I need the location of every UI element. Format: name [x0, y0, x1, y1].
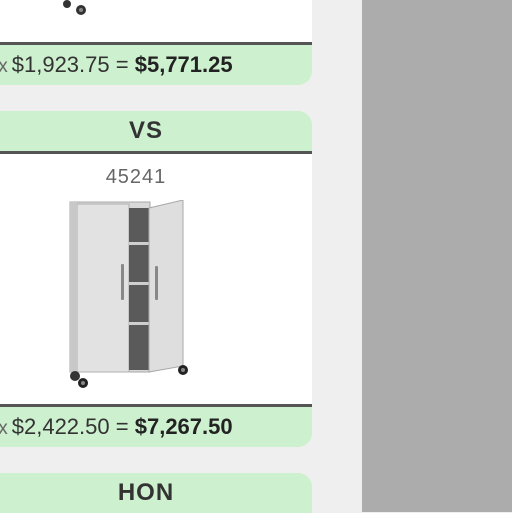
unit-price: $2,422.50 [11, 414, 110, 439]
brand-name: VS [128, 117, 163, 144]
cabinet-casters-image [63, 0, 86, 15]
line-total: $7,267.50 [134, 414, 233, 439]
equals-sign: = [115, 52, 129, 77]
product-card-45241[interactable]: 45241 [0, 154, 312, 404]
equals-sign: = [115, 414, 129, 439]
right-gray-panel [362, 0, 512, 512]
price-row-1: 3x$1,923.75 = $5,771.25 [0, 45, 312, 85]
product-sku: 45241 [105, 166, 167, 188]
times-sign: x [0, 418, 8, 439]
brand-header-vs: VS [0, 111, 312, 151]
gutter-strip [312, 0, 362, 512]
product-card-top [0, 0, 312, 42]
line-total: $5,771.25 [134, 52, 233, 77]
price-row-2: 3x$2,422.50 = $7,267.50 [0, 407, 312, 447]
unit-price: $1,923.75 [11, 52, 110, 77]
times-sign: x [0, 56, 8, 77]
brand-name: HON [117, 479, 175, 506]
storage-cabinet-image [69, 200, 188, 388]
brand-header-hon: HON [0, 473, 312, 513]
